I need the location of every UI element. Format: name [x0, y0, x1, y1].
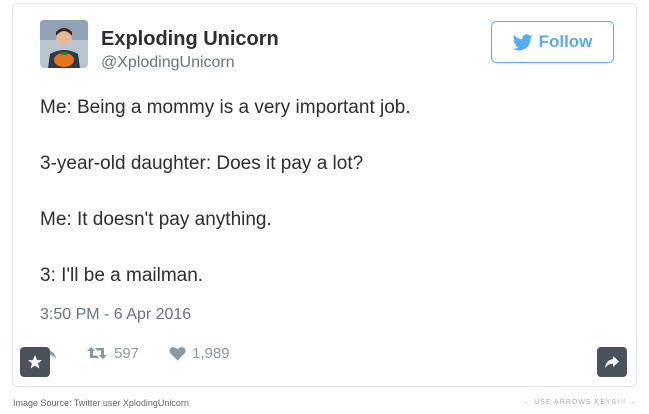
like-button[interactable]: 1,989 — [169, 345, 230, 362]
retweet-button[interactable]: 597 — [86, 345, 139, 362]
image-source-caption: Image Source: Twitter user XplodingUnico… — [13, 398, 189, 408]
tweet-card: Exploding Unicorn @XplodingUnicorn Follo… — [12, 3, 637, 387]
like-count: 1,989 — [192, 344, 230, 362]
author-handle[interactable]: @XplodingUnicorn — [101, 54, 235, 72]
star-icon — [28, 355, 42, 369]
tweet-actions: 597 1,989 — [40, 342, 230, 364]
heart-icon — [169, 346, 186, 360]
retweet-icon — [87, 347, 107, 359]
follow-label: Follow — [538, 32, 593, 51]
share-overlay-button[interactable] — [597, 347, 627, 377]
navigation-hint: ← USE ARROWS KEYS!!! → — [523, 399, 637, 406]
share-icon — [605, 356, 619, 368]
tweet-line: Me: It doesn't pay anything. — [40, 209, 272, 230]
retweet-count: 597 — [114, 344, 140, 362]
tweet-timestamp[interactable]: 3:50 PM - 6 Apr 2016 — [40, 306, 191, 324]
tweet-text: Me: Being a mommy is a very important jo… — [40, 96, 620, 320]
twitter-bird-icon — [512, 33, 533, 50]
avatar[interactable] — [40, 20, 88, 68]
follow-button[interactable]: Follow — [491, 21, 614, 63]
tweet-line: Me: Being a mommy is a very important jo… — [40, 97, 411, 118]
author-name[interactable]: Exploding Unicorn — [101, 28, 279, 51]
tweet-line: 3-year-old daughter: Does it pay a lot? — [40, 153, 364, 174]
tweet-line: 3: I'll be a mailman. — [40, 265, 204, 286]
favorite-overlay-button[interactable] — [20, 347, 50, 377]
avatar-image — [40, 20, 88, 68]
